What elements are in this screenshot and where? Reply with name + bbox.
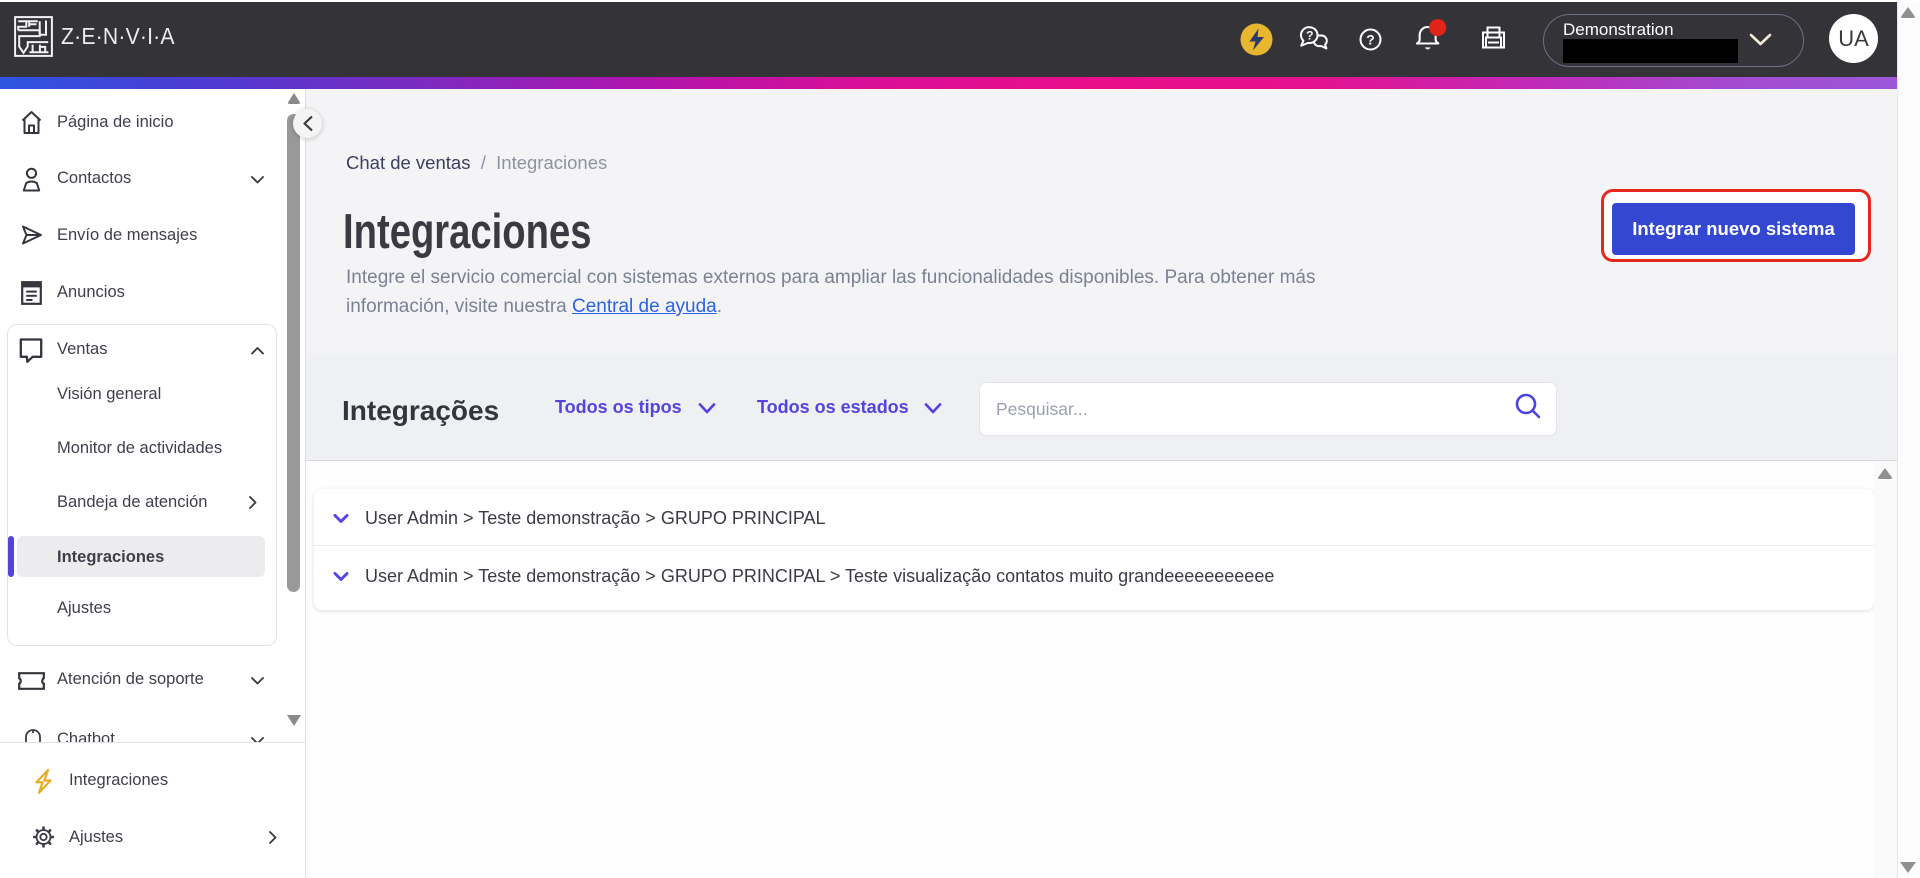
svg-text:?: ? xyxy=(1306,28,1313,42)
svg-text:?: ? xyxy=(1366,32,1375,48)
